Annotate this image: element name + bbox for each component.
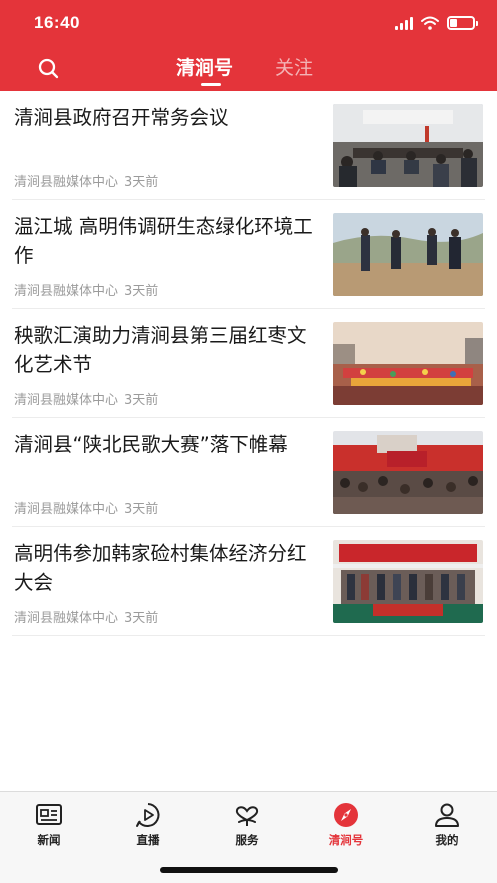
tabbar-item-live[interactable]: 直播 <box>113 802 183 848</box>
app-header: 16:40 清涧号 关注 <box>0 0 497 91</box>
play-icon <box>136 803 160 827</box>
status-icons <box>395 15 478 31</box>
news-thumbnail <box>333 213 483 296</box>
compass-icon <box>334 803 358 827</box>
news-item[interactable]: 清涧县“陕北民歌大赛”落下帷幕 清涧县融媒体中心 3天前 <box>12 418 485 527</box>
news-time: 3天前 <box>124 502 159 517</box>
meeting-photo <box>333 104 483 187</box>
news-title: 清涧县“陕北民歌大赛”落下帷幕 <box>14 433 288 456</box>
tabbar-label: 新闻 <box>37 833 61 847</box>
news-source: 清涧县融媒体中心 <box>14 502 119 517</box>
news-source: 清涧县融媒体中心 <box>14 611 119 626</box>
tabbar-item-services[interactable]: 服务 <box>212 802 282 848</box>
news-meta: 清涧县融媒体中心 3天前 <box>14 280 158 299</box>
news-thumbnail <box>333 322 483 405</box>
header-tabs: 清涧号 关注 <box>0 53 497 87</box>
tab-follow[interactable]: 关注 <box>275 53 313 80</box>
battery-icon <box>447 16 478 30</box>
service-icon <box>235 806 259 826</box>
tabbar-item-mine[interactable]: 我的 <box>412 802 482 848</box>
news-title: 清涧县政府召开常务会议 <box>14 106 229 129</box>
signal-icon <box>395 16 413 30</box>
tabbar-label: 直播 <box>136 833 160 847</box>
news-title: 温江城 高明伟调研生态绿化环境工作 <box>14 215 313 267</box>
tabbar-item-qingjianhao[interactable]: 清涧号 <box>311 802 381 848</box>
news-item[interactable]: 秧歌汇演助力清涧县第三届红枣文化艺术节 清涧县融媒体中心 3天前 <box>12 309 485 418</box>
news-item[interactable]: 高明伟参加韩家硷村集体经济分红大会 清涧县融媒体中心 3天前 <box>12 527 485 636</box>
news-meta: 清涧县融媒体中心 3天前 <box>14 389 158 408</box>
news-thumbnail <box>333 431 483 514</box>
newspaper-icon <box>36 804 62 825</box>
news-time: 3天前 <box>124 393 159 408</box>
news-meta: 清涧县融媒体中心 3天前 <box>14 607 158 626</box>
news-title: 高明伟参加韩家硷村集体经济分红大会 <box>14 542 307 594</box>
news-meta: 清涧县融媒体中心 3天前 <box>14 171 158 190</box>
inspection-photo <box>333 213 483 296</box>
wifi-icon <box>421 16 439 30</box>
dividend-meeting-photo <box>333 540 483 623</box>
tabbar-label: 服务 <box>235 833 259 847</box>
news-item[interactable]: 温江城 高明伟调研生态绿化环境工作 清涧县融媒体中心 3天前 <box>12 200 485 309</box>
tabbar-label: 我的 <box>435 833 459 847</box>
news-source: 清涧县融媒体中心 <box>14 284 119 299</box>
news-time: 3天前 <box>124 611 159 626</box>
news-meta: 清涧县融媒体中心 3天前 <box>14 498 158 517</box>
news-source: 清涧县融媒体中心 <box>14 393 119 408</box>
news-thumbnail <box>333 104 483 187</box>
active-tab-indicator <box>201 83 221 86</box>
user-icon <box>435 803 459 827</box>
news-source: 清涧县融媒体中心 <box>14 175 119 190</box>
home-indicator[interactable] <box>160 867 338 873</box>
news-list: 清涧县政府召开常务会议 清涧县融媒体中心 3天前 温江城 高明伟调研生态绿化环境工… <box>0 91 497 636</box>
tabbar-item-news[interactable]: 新闻 <box>14 802 84 848</box>
news-title: 秧歌汇演助力清涧县第三届红枣文化艺术节 <box>14 324 307 376</box>
tabbar-label: 清涧号 <box>328 833 364 847</box>
news-time: 3天前 <box>124 284 159 299</box>
concert-photo <box>333 431 483 514</box>
festival-photo <box>333 322 483 405</box>
status-time: 16:40 <box>34 13 80 32</box>
tab-qingjianhao[interactable]: 清涧号 <box>176 53 233 80</box>
news-time: 3天前 <box>124 175 159 190</box>
news-thumbnail <box>333 540 483 623</box>
news-item[interactable]: 清涧县政府召开常务会议 清涧县融媒体中心 3天前 <box>12 91 485 200</box>
